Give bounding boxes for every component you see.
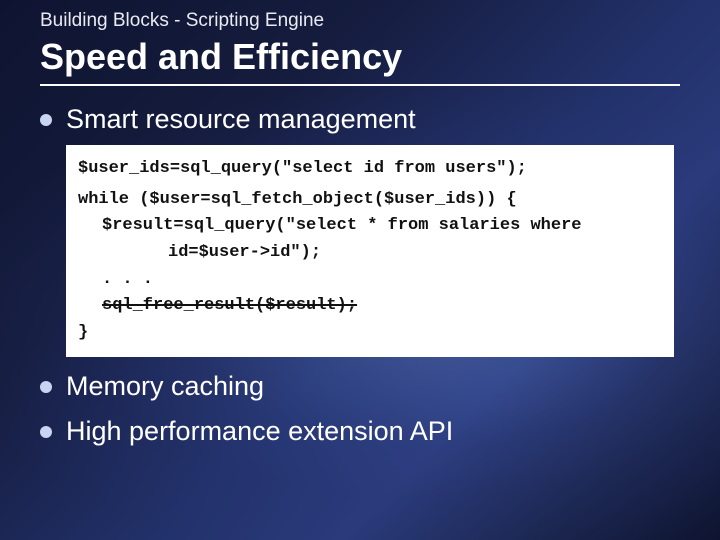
bullet-text: Memory caching — [66, 371, 264, 402]
slide: Building Blocks - Scripting Engine Speed… — [0, 0, 720, 540]
code-line: $user_ids=sql_query("select id from user… — [78, 157, 662, 182]
bullet-icon — [40, 114, 52, 126]
code-line: $result=sql_query("select * from salarie… — [78, 214, 662, 239]
slide-header: Building Blocks - Scripting Engine Speed… — [0, 0, 720, 86]
bullet-text: High performance extension API — [66, 416, 453, 447]
bullet-icon — [40, 426, 52, 438]
code-line: } — [78, 321, 662, 346]
bullet-item-3: High performance extension API — [40, 416, 680, 447]
code-line-continuation: id=$user->id"); — [78, 241, 662, 266]
bullet-text: Smart resource management — [66, 104, 416, 135]
code-line-struck: sql_free_result($result); — [78, 294, 662, 319]
bullet-item-2: Memory caching — [40, 371, 680, 402]
slide-body: Smart resource management $user_ids=sql_… — [0, 104, 720, 447]
code-block: $user_ids=sql_query("select id from user… — [66, 145, 674, 357]
slide-title: Speed and Efficiency — [40, 36, 680, 78]
code-line: . . . — [78, 268, 662, 293]
bullet-item-1: Smart resource management — [40, 104, 680, 135]
header-rule — [40, 84, 680, 86]
code-line: while ($user=sql_fetch_object($user_ids)… — [78, 188, 662, 213]
bullet-icon — [40, 381, 52, 393]
slide-kicker: Building Blocks - Scripting Engine — [40, 10, 680, 32]
